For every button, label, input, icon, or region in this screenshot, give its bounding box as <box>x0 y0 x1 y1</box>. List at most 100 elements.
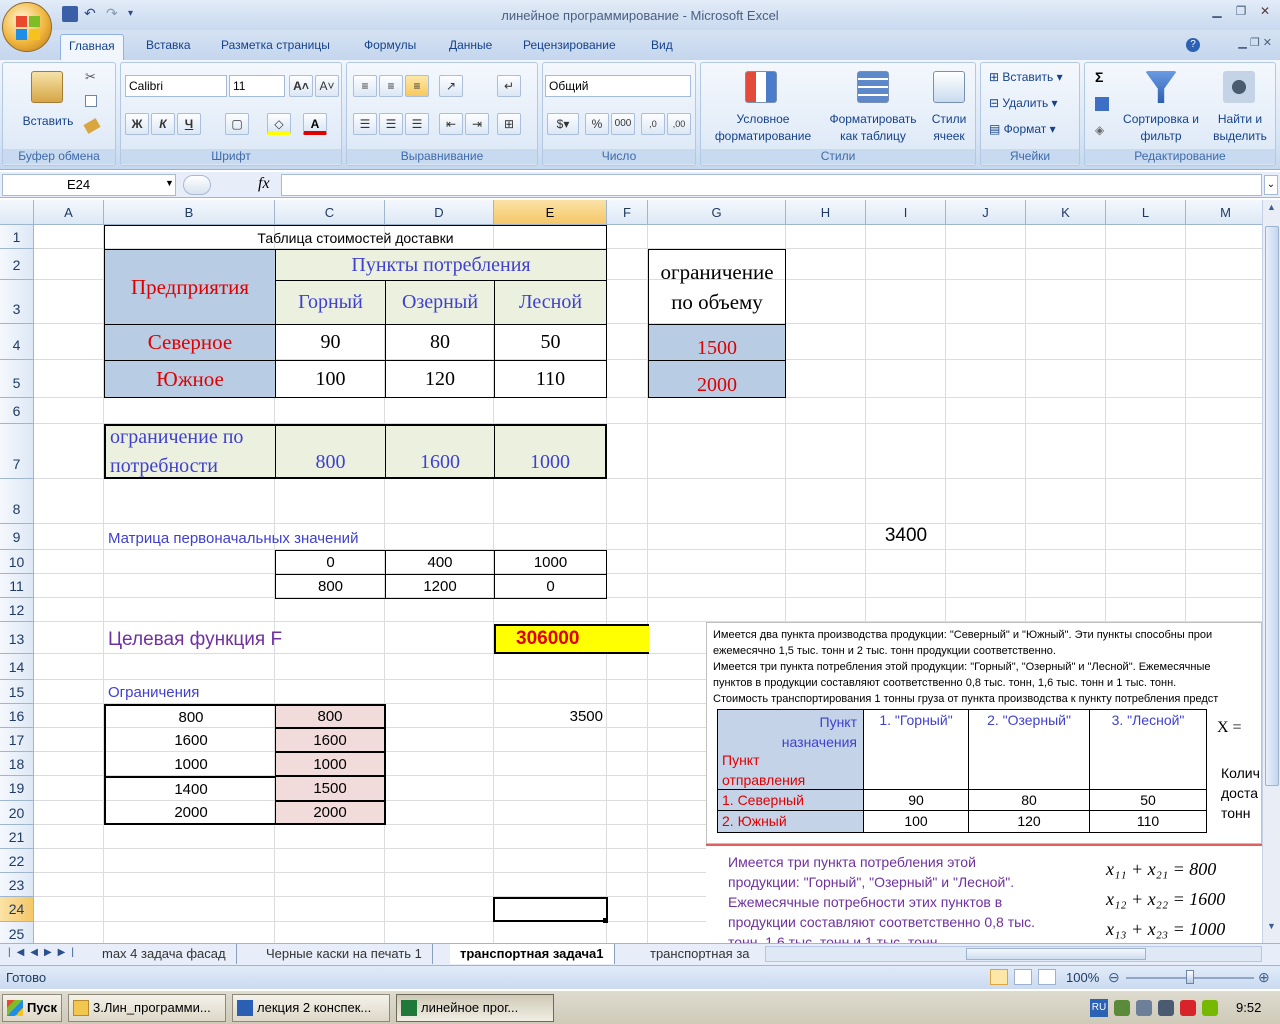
merge-cells-button[interactable]: ⊞ <box>497 113 521 135</box>
delete-cells-button[interactable]: ⊟ Удалить ▾ <box>989 95 1058 112</box>
column-header-a[interactable]: A <box>34 200 104 225</box>
scroll-thumb[interactable] <box>1265 226 1279 786</box>
row-header-10[interactable]: 10 <box>0 550 34 574</box>
zoom-level[interactable]: 100% <box>1066 970 1099 985</box>
page-break-view-icon[interactable] <box>1038 969 1056 985</box>
fill-color-button[interactable]: ◇ <box>267 113 291 135</box>
formula-input[interactable] <box>281 174 1262 196</box>
cost-cell[interactable]: 50 <box>494 324 607 361</box>
close-button[interactable]: ✕ <box>1254 2 1276 20</box>
enterprises-header[interactable]: Предприятия <box>104 249 276 325</box>
tray-antivirus-icon[interactable] <box>1180 1000 1196 1016</box>
row-header-3[interactable]: 3 <box>0 280 34 324</box>
increase-decimal-button[interactable]: ,0 <box>641 113 665 135</box>
borders-button[interactable]: ▢ <box>225 113 249 135</box>
horizontal-scrollbar[interactable] <box>765 946 1262 962</box>
bold-button[interactable]: Ж <box>125 113 149 135</box>
constraint-rhs[interactable]: 1600 <box>275 728 386 752</box>
demand-lesnoy[interactable]: 1000 <box>494 424 607 479</box>
constraints-title[interactable]: Ограничения <box>104 680 304 704</box>
scroll-down-icon[interactable]: ▼ <box>1264 921 1279 941</box>
volume-limit-header[interactable]: ограничение по объему <box>648 249 786 325</box>
cell-styles-button[interactable]: Стили ячеек <box>923 111 975 145</box>
objective-label[interactable]: Целевая функция F <box>104 625 394 655</box>
row-header-16[interactable]: 16 <box>0 704 34 728</box>
embedded-task-image[interactable]: Имеется два пункта производства продукци… <box>706 622 1262 844</box>
tray-display-icon[interactable] <box>1136 1000 1152 1016</box>
sheet-tab-active[interactable]: транспортная задача1 <box>450 944 615 964</box>
column-header-k[interactable]: K <box>1026 200 1106 225</box>
clear-icon[interactable]: ◈ <box>1095 123 1104 137</box>
insert-function-button[interactable]: fx <box>258 175 270 193</box>
sort-filter-button[interactable]: Сортировка и фильтр <box>1121 111 1201 145</box>
shrink-font-button[interactable]: A˅ <box>315 75 339 97</box>
row-header-13[interactable]: 13 <box>0 622 34 654</box>
tab-page-layout[interactable]: Разметка страницы <box>221 38 330 52</box>
workbook-controls[interactable]: ▁ ❐ ✕ <box>1238 36 1272 49</box>
cost-cell[interactable]: 80 <box>385 324 495 361</box>
demand-ozerny[interactable]: 1600 <box>385 424 495 479</box>
constraint-rhs[interactable]: 2000 <box>275 801 386 825</box>
worksheet-grid[interactable]: ABCDEFGHIJKLM 1 2 3 4 5 6 7 8 9 10 11 12 13 14 15 16 17 1… <box>0 200 1262 943</box>
matrix-cell[interactable]: 0 <box>275 550 386 575</box>
zoom-in-icon[interactable]: ⊕ <box>1258 969 1270 986</box>
font-size-select[interactable]: 11 <box>229 75 285 97</box>
row-header-22[interactable]: 22 <box>0 849 34 873</box>
page-layout-view-icon[interactable] <box>1014 969 1032 985</box>
column-header-h[interactable]: H <box>786 200 866 225</box>
tab-home[interactable]: Главная <box>60 34 124 61</box>
row-header-15[interactable]: 15 <box>0 680 34 704</box>
underline-button[interactable]: Ч <box>177 113 201 135</box>
row-header-8[interactable]: 8 <box>0 479 34 524</box>
row-header-25[interactable]: 25 <box>0 922 34 943</box>
normal-view-icon[interactable] <box>990 969 1008 985</box>
insert-cells-button[interactable]: ⊞ Вставить ▾ <box>989 69 1063 86</box>
sheet-nav-arrows[interactable]: |◀◀▶▶| <box>8 947 80 958</box>
font-color-button[interactable]: A <box>303 113 327 135</box>
objective-value[interactable]: 306000 <box>494 624 649 654</box>
fill-handle[interactable] <box>603 918 608 923</box>
embedded-constraints-image[interactable]: Имеется три пункта потребления этой прод… <box>706 844 1262 943</box>
align-center-button[interactable]: ☰ <box>379 113 403 135</box>
column-header-j[interactable]: J <box>946 200 1026 225</box>
tray-nvidia-icon[interactable] <box>1202 1000 1218 1016</box>
align-left-button[interactable]: ☰ <box>353 113 377 135</box>
formula-expand-icon[interactable] <box>183 175 211 195</box>
cost-cell[interactable]: 90 <box>275 324 386 361</box>
row-header-19[interactable]: 19 <box>0 776 34 801</box>
demand-gorny[interactable]: 800 <box>275 424 386 479</box>
cell-e16[interactable]: 3500 <box>494 704 607 728</box>
language-indicator[interactable]: RU <box>1090 999 1108 1017</box>
help-icon[interactable]: ? <box>1186 38 1200 52</box>
matrix-cell[interactable]: 400 <box>385 550 495 575</box>
row-header-14[interactable]: 14 <box>0 654 34 680</box>
percent-button[interactable]: % <box>585 113 609 135</box>
matrix-cell[interactable]: 800 <box>275 574 386 599</box>
row-header-21[interactable]: 21 <box>0 825 34 849</box>
zoom-out-icon[interactable]: ⊖ <box>1108 969 1120 986</box>
column-header-d[interactable]: D <box>385 200 494 225</box>
autosum-button[interactable]: Σ <box>1095 69 1103 85</box>
align-right-button[interactable]: ☰ <box>405 113 429 135</box>
align-bottom-button[interactable]: ≡ <box>405 75 429 97</box>
constraint-rhs[interactable]: 1000 <box>275 752 386 776</box>
constraint-rhs[interactable]: 1500 <box>275 776 386 801</box>
row-header-20[interactable]: 20 <box>0 801 34 825</box>
cut-icon[interactable]: ✂ <box>85 69 96 85</box>
increase-indent-button[interactable]: ⇥ <box>465 113 489 135</box>
constraint-lhs[interactable]: 1000 <box>104 752 276 776</box>
column-header-m[interactable]: M <box>1186 200 1262 225</box>
column-header-c[interactable]: C <box>275 200 385 225</box>
font-name-select[interactable]: Calibri <box>125 75 227 97</box>
name-box[interactable]: E24 <box>2 174 176 196</box>
cost-table-title[interactable]: Таблица стоимостей доставки <box>104 225 607 249</box>
vertical-scrollbar[interactable]: ▲ ▼ <box>1262 200 1280 943</box>
tab-formulas[interactable]: Формулы <box>364 38 416 52</box>
minimize-button[interactable]: ▁ <box>1206 2 1228 20</box>
row-header-11[interactable]: 11 <box>0 574 34 598</box>
start-button[interactable]: Пуск <box>2 994 62 1022</box>
tray-volume-icon[interactable] <box>1158 1000 1174 1016</box>
tab-view[interactable]: Вид <box>651 38 673 52</box>
consumption-points-header[interactable]: Пункты потребления <box>275 249 607 281</box>
cell-i9[interactable]: 3400 <box>866 524 946 548</box>
